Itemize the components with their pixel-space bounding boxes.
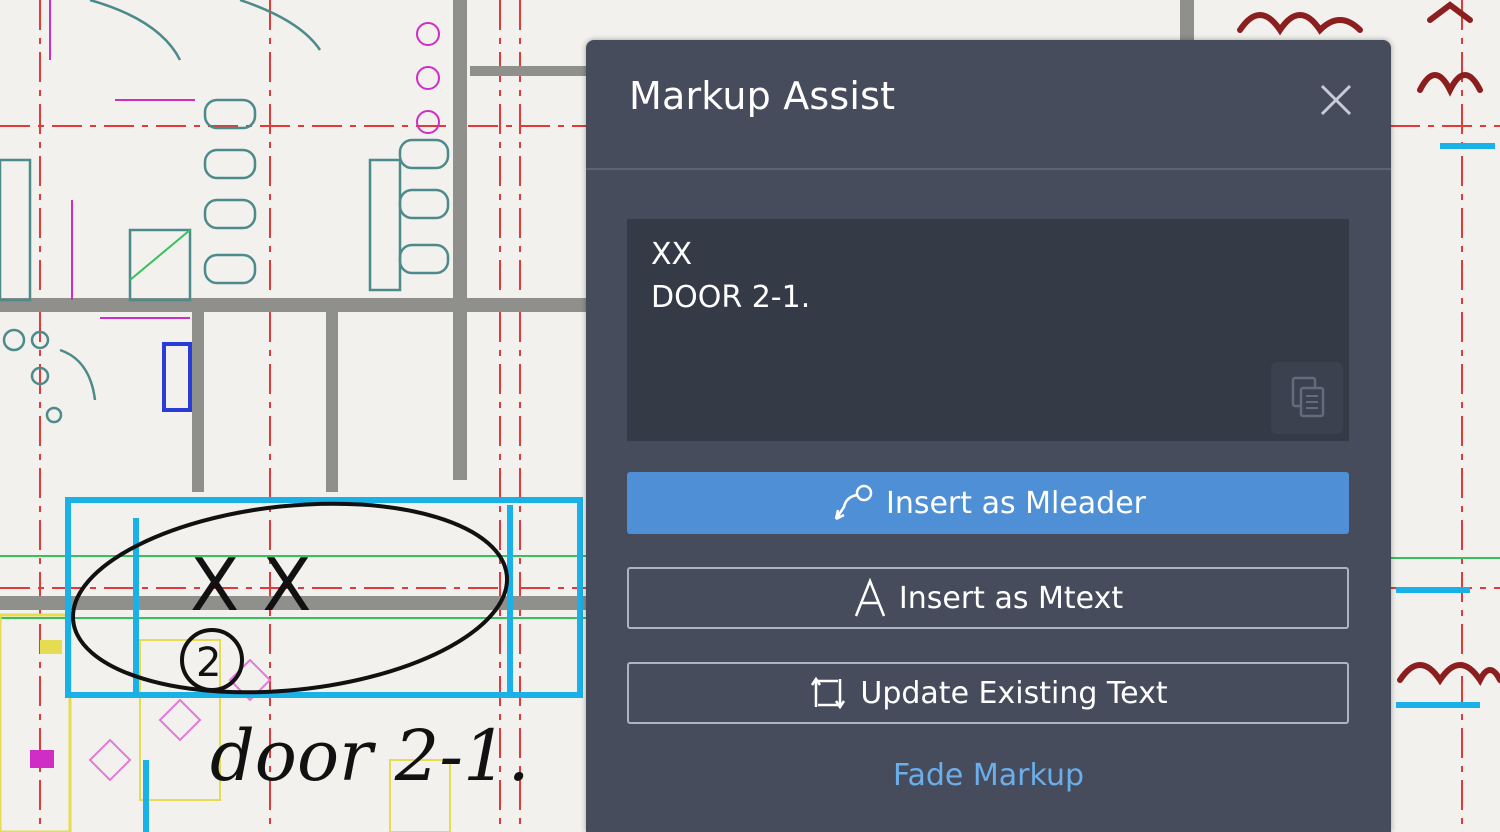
detected-text-box[interactable]: XX DOOR 2-1. (627, 219, 1349, 441)
close-button[interactable] (1316, 80, 1356, 120)
fade-markup-link[interactable]: Fade Markup (586, 758, 1391, 793)
panel-header: Markup Assist (586, 40, 1391, 170)
handwritten-xx: X X (190, 543, 312, 627)
insert-mtext-button[interactable]: Insert as Mtext (627, 567, 1349, 629)
mleader-icon (834, 484, 873, 521)
handwritten-note: door 2-1. (210, 715, 530, 797)
panel-title: Markup Assist (629, 74, 896, 118)
close-icon (1320, 84, 1352, 116)
detected-text: XX DOOR 2-1. (651, 237, 811, 315)
copy-button[interactable] (1271, 362, 1343, 434)
update-icon (811, 676, 846, 710)
text-a-icon (854, 578, 886, 617)
insert-mleader-button[interactable]: Insert as Mleader (627, 472, 1349, 534)
copy-icon (1291, 376, 1325, 418)
insert-mleader-label: Insert as Mleader (885, 485, 1147, 521)
update-existing-text-label: Update Existing Text (860, 675, 1168, 711)
circled-number: 2 (196, 640, 221, 686)
insert-mtext-label: Insert as Mtext (898, 580, 1124, 616)
update-existing-text-button[interactable]: Update Existing Text (627, 662, 1349, 724)
markup-assist-panel: Markup Assist XX DOOR 2-1. Insert as Mle… (586, 40, 1391, 832)
